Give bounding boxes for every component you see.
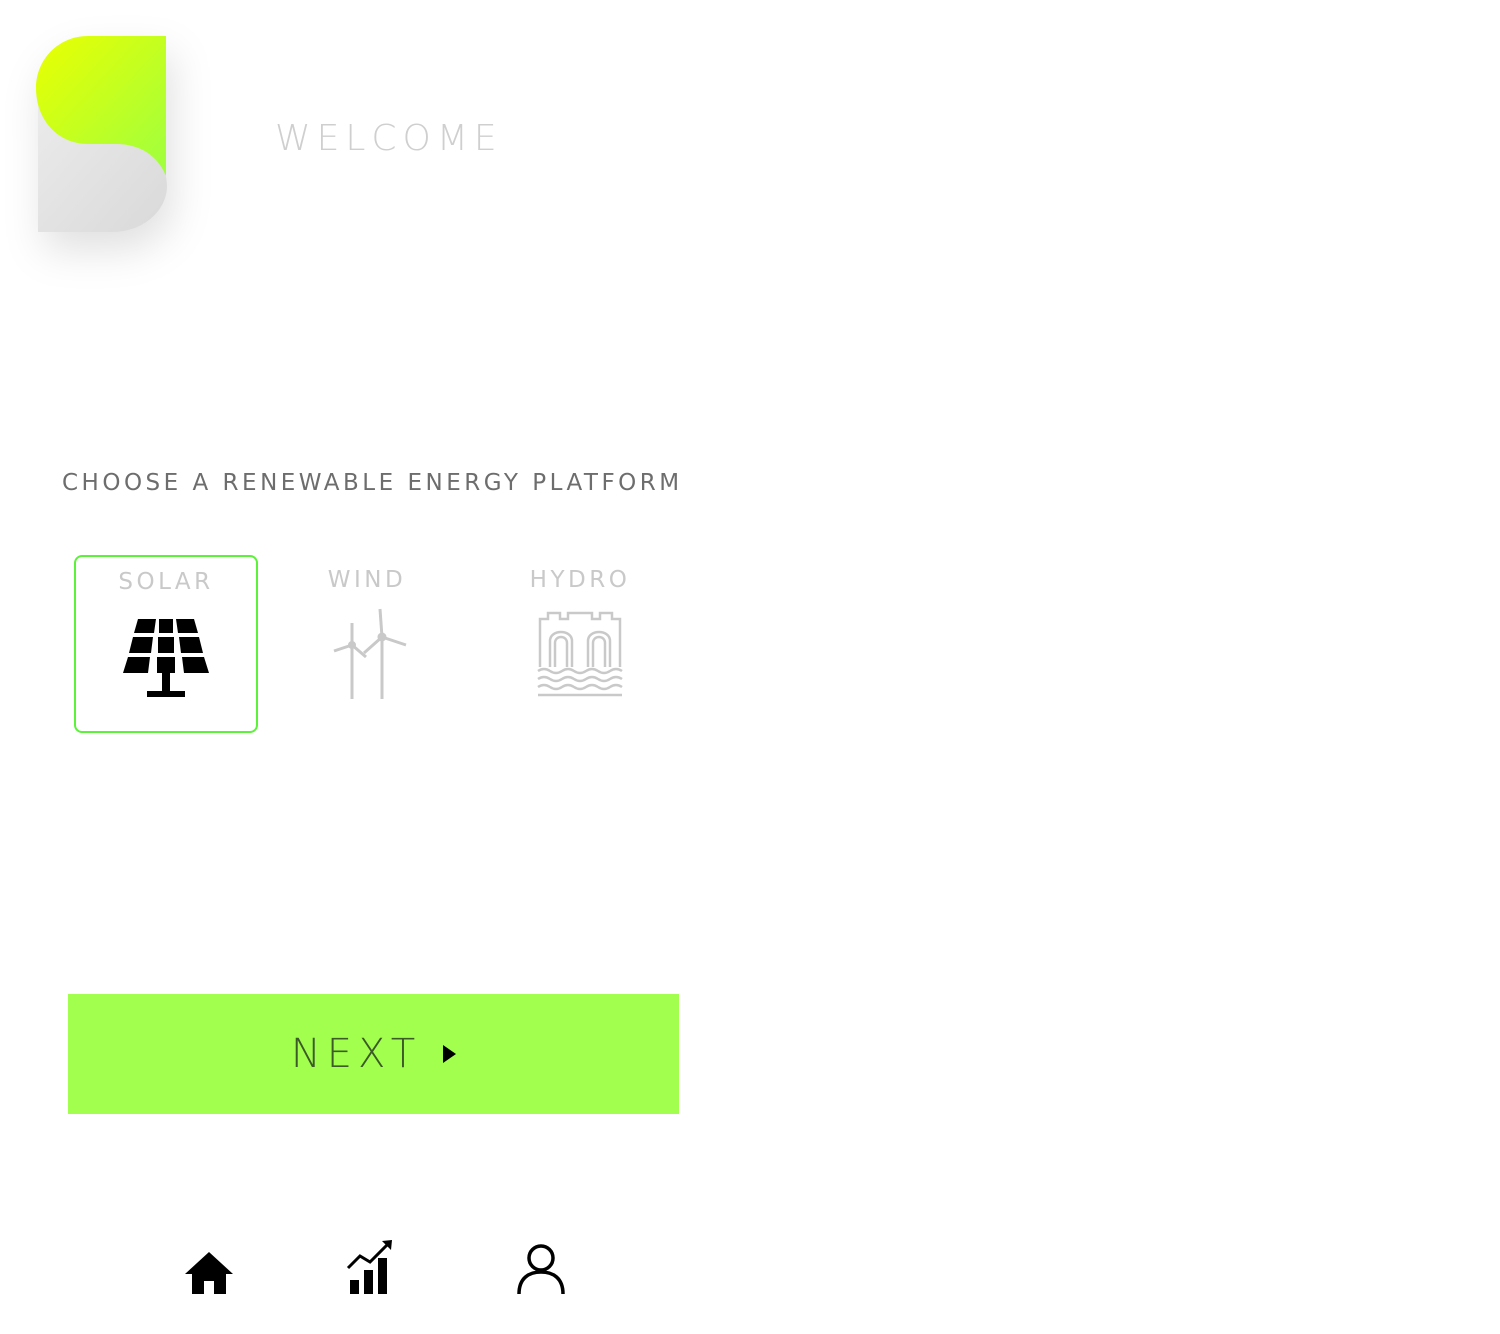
wind-turbine-icon	[275, 607, 459, 702]
app-logo	[36, 36, 168, 232]
next-button[interactable]: NEXT	[68, 994, 679, 1114]
stats-chart-icon	[346, 1240, 392, 1294]
home-icon	[185, 1252, 233, 1294]
platform-option-solar[interactable]: SOLAR	[74, 555, 258, 733]
solar-panel-icon	[76, 609, 256, 701]
welcome-title: WELCOME	[275, 118, 503, 159]
user-profile-icon	[517, 1244, 565, 1295]
platform-label-hydro: HYDRO	[529, 567, 631, 593]
platform-option-hydro[interactable]: HYDRO	[488, 555, 672, 733]
play-arrow-icon	[443, 1045, 457, 1063]
nav-home-button[interactable]	[183, 1250, 235, 1300]
hydro-dam-icon	[488, 607, 672, 699]
platform-heading: CHOOSE A RENEWABLE ENERGY PLATFORM	[62, 470, 683, 496]
platform-option-wind[interactable]: WIND	[275, 555, 459, 733]
next-button-label: NEXT	[290, 1031, 422, 1077]
platform-label-solar: SOLAR	[118, 569, 214, 595]
platform-label-wind: WIND	[327, 567, 407, 593]
nav-stats-button[interactable]	[346, 1238, 396, 1300]
nav-profile-button[interactable]	[515, 1242, 567, 1300]
